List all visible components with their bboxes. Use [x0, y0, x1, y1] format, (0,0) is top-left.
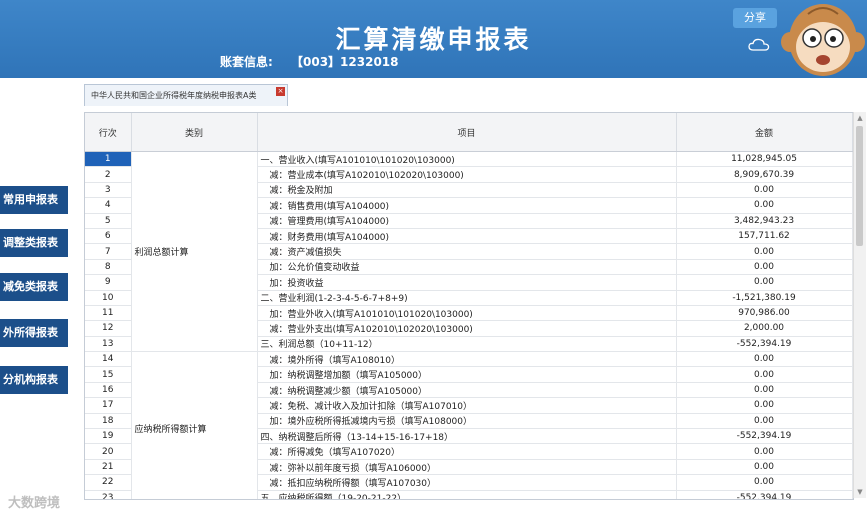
close-icon[interactable]: ×: [276, 87, 285, 96]
row-item: 五、应纳税所得额（19-20-21-22）: [257, 490, 677, 499]
scroll-up-icon[interactable]: ▲: [856, 114, 864, 122]
monkey-mascot-icon: [781, 4, 865, 76]
row-number: 18: [85, 413, 132, 430]
row-number: 4: [85, 197, 132, 214]
row-amount[interactable]: 0.00: [676, 413, 853, 430]
row-amount[interactable]: 0.00: [676, 197, 853, 214]
row-amount[interactable]: 970,986.00: [676, 305, 853, 322]
row-item: 减：营业外支出(填写A102010\102020\103000): [257, 320, 677, 337]
row-item: 二、营业利润(1-2-3-4-5-6-7+8+9): [257, 290, 677, 306]
tab-label: 中华人民共和国企业所得税年度纳税申报表A类: [91, 91, 257, 100]
row-number: 17: [85, 397, 132, 414]
row-number: 1: [85, 151, 132, 168]
row-amount[interactable]: 8,909,670.39: [676, 166, 853, 183]
share-button[interactable]: 分享: [733, 8, 777, 28]
row-item: 加：营业外收入(填写A101010\101020\103000): [257, 305, 677, 322]
row-number: 8: [85, 259, 132, 276]
row-amount[interactable]: 0.00: [676, 182, 853, 199]
tab-a-class-return[interactable]: 中华人民共和国企业所得税年度纳税申报表A类 ×: [84, 84, 288, 106]
nav-common-reports[interactable]: 常用申报表: [0, 186, 68, 214]
row-number: 19: [85, 428, 132, 445]
row-amount[interactable]: 11,028,945.05: [676, 151, 853, 168]
account-info: 账套信息: 【003】1232018: [220, 53, 399, 70]
row-number: 20: [85, 443, 132, 460]
category-taxable-income: 应纳税所得额计算: [131, 351, 258, 499]
row-item: 减：管理费用(填写A104000): [257, 213, 677, 229]
row-amount[interactable]: -1,521,380.19: [676, 290, 853, 306]
table-row[interactable]: 14 应纳税所得额计算 减：境外所得（填写A108010） 0.00: [85, 351, 853, 499]
nav-foreign-income-reports[interactable]: 外所得报表: [0, 319, 68, 347]
account-label: 账套信息:: [220, 55, 273, 69]
row-number: 12: [85, 320, 132, 337]
row-number: 10: [85, 290, 132, 306]
row-amount[interactable]: -552,394.19: [676, 490, 853, 499]
row-number: 15: [85, 366, 132, 383]
nav-exemption-reports[interactable]: 减免类报表: [0, 273, 68, 301]
row-amount[interactable]: 0.00: [676, 474, 853, 491]
account-value: 【003】1232018: [291, 55, 399, 69]
row-item: 减：弥补以前年度亏损（填写A106000）: [257, 459, 677, 476]
return-table: 行次 类别 项目 金额 1 利润总额计算 一、营业收入(填写A101010\1010…: [85, 113, 853, 499]
row-item: 减：营业成本(填写A102010\102020\103000): [257, 166, 677, 183]
row-number: 3: [85, 182, 132, 199]
row-number: 7: [85, 243, 132, 260]
row-item: 减：抵扣应纳税所得额（填写A107030）: [257, 474, 677, 491]
row-number: 23: [85, 490, 132, 499]
row-amount[interactable]: 0.00: [676, 259, 853, 276]
row-amount[interactable]: 157,711.62: [676, 228, 853, 245]
row-number: 16: [85, 382, 132, 399]
row-amount[interactable]: 0.00: [676, 443, 853, 460]
table-scrollbar[interactable]: ▲ ▼: [853, 112, 866, 498]
row-number: 22: [85, 474, 132, 491]
row-number: 21: [85, 459, 132, 476]
row-number: 14: [85, 351, 132, 368]
row-item: 一、营业收入(填写A101010\101020\103000): [257, 151, 677, 168]
row-number: 11: [85, 305, 132, 322]
row-number: 13: [85, 336, 132, 353]
return-table-container: 行次 类别 项目 金额 1 利润总额计算 一、营业收入(填写A101010\1010…: [84, 112, 854, 500]
row-item: 四、纳税调整后所得（13-14+15-16-17+18）: [257, 428, 677, 445]
row-amount[interactable]: 0.00: [676, 397, 853, 414]
row-item: 减：销售费用(填写A104000): [257, 197, 677, 214]
header-amount: 金额: [676, 113, 853, 152]
row-item: 加：投资收益: [257, 274, 677, 291]
row-amount[interactable]: -552,394.19: [676, 428, 853, 445]
scroll-down-icon[interactable]: ▼: [856, 488, 864, 496]
row-amount[interactable]: -552,394.19: [676, 336, 853, 353]
row-amount[interactable]: 0.00: [676, 366, 853, 383]
row-item: 减：税金及附加: [257, 182, 677, 199]
row-amount[interactable]: 2,000.00: [676, 320, 853, 337]
header-item: 项目: [257, 113, 677, 152]
row-number: 9: [85, 274, 132, 291]
app-header: 汇算清缴申报表 账套信息: 【003】1232018 分享: [0, 0, 867, 78]
row-number: 5: [85, 213, 132, 229]
scroll-thumb[interactable]: [856, 126, 863, 246]
row-amount[interactable]: 0.00: [676, 274, 853, 291]
row-amount[interactable]: 0.00: [676, 459, 853, 476]
row-number: 6: [85, 228, 132, 245]
row-item: 减：纳税调整减少额（填写A105000）: [257, 382, 677, 399]
nav-branch-reports[interactable]: 分机构报表: [0, 366, 68, 394]
nav-adjustment-reports[interactable]: 调整类报表: [0, 229, 68, 257]
row-item: 加：纳税调整增加额（填写A105000）: [257, 366, 677, 383]
row-item: 减：财务费用(填写A104000): [257, 228, 677, 245]
row-amount[interactable]: 0.00: [676, 351, 853, 368]
row-item: 三、利润总额（10+11-12）: [257, 336, 677, 353]
category-profit-total: 利润总额计算: [131, 151, 258, 353]
cloud-icon: [748, 38, 770, 51]
row-item: 减：免税、减计收入及加计扣除（填写A107010）: [257, 397, 677, 414]
row-amount[interactable]: 0.00: [676, 243, 853, 260]
table-row[interactable]: 1 利润总额计算 一、营业收入(填写A101010\101020\103000) 11…: [85, 151, 853, 353]
row-amount[interactable]: 3,482,943.23: [676, 213, 853, 229]
row-item: 加：境外应税所得抵减境内亏损（填写A108000）: [257, 413, 677, 430]
row-item: 减：所得减免（填写A107020）: [257, 443, 677, 460]
header-category: 类别: [131, 113, 258, 152]
header-row-no: 行次: [85, 113, 132, 152]
row-item: 加：公允价值变动收益: [257, 259, 677, 276]
row-item: 减：境外所得（填写A108010）: [257, 351, 677, 368]
watermark: 大数跨境: [8, 496, 61, 511]
row-amount[interactable]: 0.00: [676, 382, 853, 399]
row-item: 减：资产减值损失: [257, 243, 677, 260]
row-number: 2: [85, 166, 132, 183]
